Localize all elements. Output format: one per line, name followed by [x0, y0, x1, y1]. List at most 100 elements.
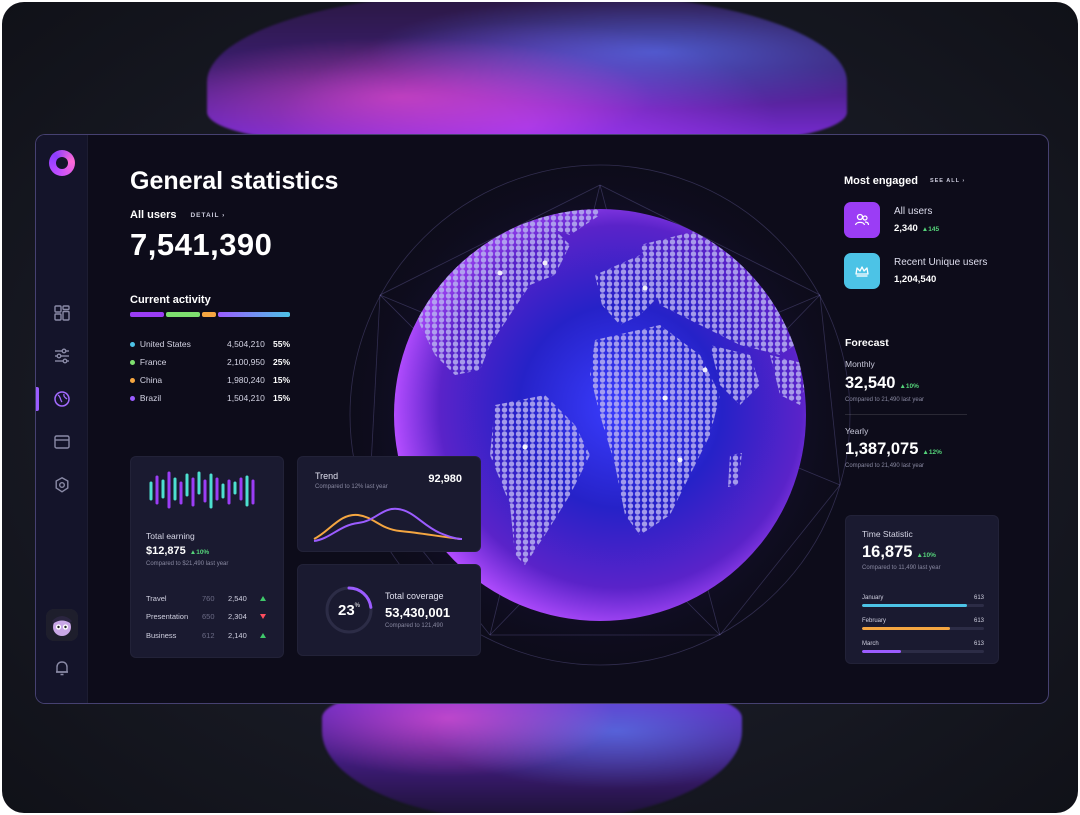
activity-value: 1,504,210 [226, 393, 265, 403]
activity-row[interactable]: United States 4,504,210 55% [130, 335, 290, 353]
forecast-yearly-value: 1,387,075 [845, 440, 919, 458]
page-title: General statistics [130, 167, 339, 195]
forecast-monthly-row: 32,540 ▲10% [845, 374, 919, 393]
activity-segment [166, 312, 200, 317]
engaged-item-value-row: 2,340 ▲145 [894, 223, 939, 234]
time-statistic-row[interactable]: March 613 [862, 641, 984, 664]
activity-list: United States 4,504,210 55% France 2,100… [130, 335, 290, 407]
most-engaged-header: Most engaged SEE ALL › [844, 175, 965, 187]
progress-track [862, 650, 984, 653]
earning-row[interactable]: Business 612 2,140 [146, 626, 272, 645]
avatar-image [46, 609, 78, 641]
total-coverage-card[interactable]: 23% Total coverage 53,430,001 Compared t… [297, 564, 481, 656]
activity-percent: 15% [272, 393, 290, 403]
progress-track [862, 627, 984, 630]
card-icon[interactable] [53, 433, 71, 451]
time-statistic-note: Compared to 11,490 last year [862, 565, 941, 571]
activity-country: Brazil [139, 393, 162, 403]
bell-icon[interactable] [53, 659, 71, 677]
forecast-divider [845, 414, 967, 415]
earning-note: Compared to $21,490 last year [146, 561, 229, 567]
earning-breakdown: Travel 760 2,540 Presentation 650 2,304 … [146, 589, 272, 645]
earning-sparkline [149, 471, 255, 509]
earning-delta: ▲10% [189, 549, 210, 556]
users-icon [844, 202, 880, 238]
activity-country: France [139, 357, 167, 367]
month-value: 613 [973, 595, 984, 601]
trend-up-icon [260, 632, 266, 638]
earning-row-count: 760 [202, 593, 215, 603]
coverage-value: 53,430,001 [385, 605, 451, 620]
time-statistic-card[interactable]: Time Statistic 16,875 ▲10% Compared to 1… [845, 515, 999, 664]
activity-percent: 55% [272, 339, 290, 349]
trend-chart [313, 507, 463, 542]
trend-down-icon [260, 614, 266, 620]
trend-value: 92,980 [428, 473, 462, 485]
settings-icon[interactable] [53, 476, 71, 494]
forecast-yearly-delta: ▲12% [922, 449, 942, 456]
see-all-link[interactable]: SEE ALL › [930, 178, 965, 184]
crystal-decoration-bottom [322, 692, 742, 813]
earning-row-amount: 2,140 [228, 630, 247, 640]
legend-dot [130, 395, 135, 401]
progress-fill [862, 650, 902, 653]
earning-row-count: 650 [202, 612, 215, 622]
time-statistic-row[interactable]: February 613 [862, 618, 984, 641]
legend-dot [130, 377, 135, 383]
nav-active-indicator [36, 387, 39, 411]
forecast-monthly-note: Compared to 21,490 last year [845, 397, 925, 403]
earning-row-amount: 2,304 [228, 612, 247, 622]
activity-segment-bar [130, 312, 290, 317]
month-label: March [862, 641, 879, 647]
forecast-yearly-note: Compared to 21,490 last year [845, 463, 925, 469]
all-users-label: All users [130, 209, 177, 221]
crown-icon [844, 253, 880, 289]
coverage-note: Compared to 121,490 [385, 623, 444, 629]
progress-track [862, 604, 984, 607]
progress-fill [862, 627, 950, 630]
sidebar [36, 135, 88, 703]
logo-icon[interactable] [49, 150, 75, 176]
forecast-title: Forecast [845, 337, 889, 349]
activity-percent: 25% [272, 357, 290, 367]
sliders-icon[interactable] [53, 347, 71, 365]
time-statistic-rows: January 613 February 613 March 613 [862, 595, 984, 664]
total-earning-card[interactable]: Total earning $12,875 ▲10% Compared to $… [130, 456, 284, 658]
background-scene: General statistics All users DETAIL › 7,… [2, 2, 1078, 813]
globe-icon[interactable] [53, 390, 71, 408]
engaged-item-name: All users [894, 206, 933, 217]
avatar[interactable] [46, 609, 78, 641]
activity-country: United States [139, 339, 191, 349]
all-users-row: All users DETAIL › [130, 209, 225, 221]
trend-line-orange [313, 513, 461, 540]
progress-fill [862, 604, 967, 607]
earning-row[interactable]: Travel 760 2,540 [146, 589, 272, 608]
forecast-yearly-row: 1,387,075 ▲12% [845, 440, 942, 459]
coverage-percent-number: 23 [337, 601, 355, 619]
time-statistic-row[interactable]: January 613 [862, 595, 984, 618]
detail-link[interactable]: DETAIL › [190, 212, 225, 219]
earning-value-row: $12,875 ▲10% [146, 545, 209, 557]
activity-country: China [139, 375, 163, 385]
time-statistic-value-row: 16,875 ▲10% [862, 543, 936, 562]
month-value: 613 [973, 641, 984, 647]
engaged-item-unique-users[interactable]: Recent Unique users 1,204,540 [844, 253, 987, 289]
forecast-yearly-label: Yearly [845, 426, 869, 436]
dashboard-icon[interactable] [53, 304, 71, 322]
engaged-item-value: 1,204,540 [894, 274, 937, 285]
forecast-monthly-label: Monthly [845, 359, 875, 369]
activity-row[interactable]: Brazil 1,504,210 15% [130, 389, 290, 407]
legend-dot [130, 341, 135, 347]
time-statistic-delta: ▲10% [916, 552, 936, 559]
all-users-value: 7,541,390 [130, 227, 273, 262]
trend-card[interactable]: Trend Compared to 12% last year 92,980 [297, 456, 481, 552]
engaged-item-all-users[interactable]: All users 2,340 ▲145 [844, 202, 939, 238]
activity-row[interactable]: China 1,980,240 15% [130, 371, 290, 389]
engaged-item-value: 2,340 [894, 223, 918, 234]
legend-dot [130, 359, 135, 365]
month-value: 613 [973, 618, 984, 624]
earning-row[interactable]: Presentation 650 2,304 [146, 608, 272, 627]
activity-row[interactable]: France 2,100,950 25% [130, 353, 290, 371]
earning-row-name: Business [146, 630, 177, 640]
earning-label: Total earning [146, 531, 195, 541]
